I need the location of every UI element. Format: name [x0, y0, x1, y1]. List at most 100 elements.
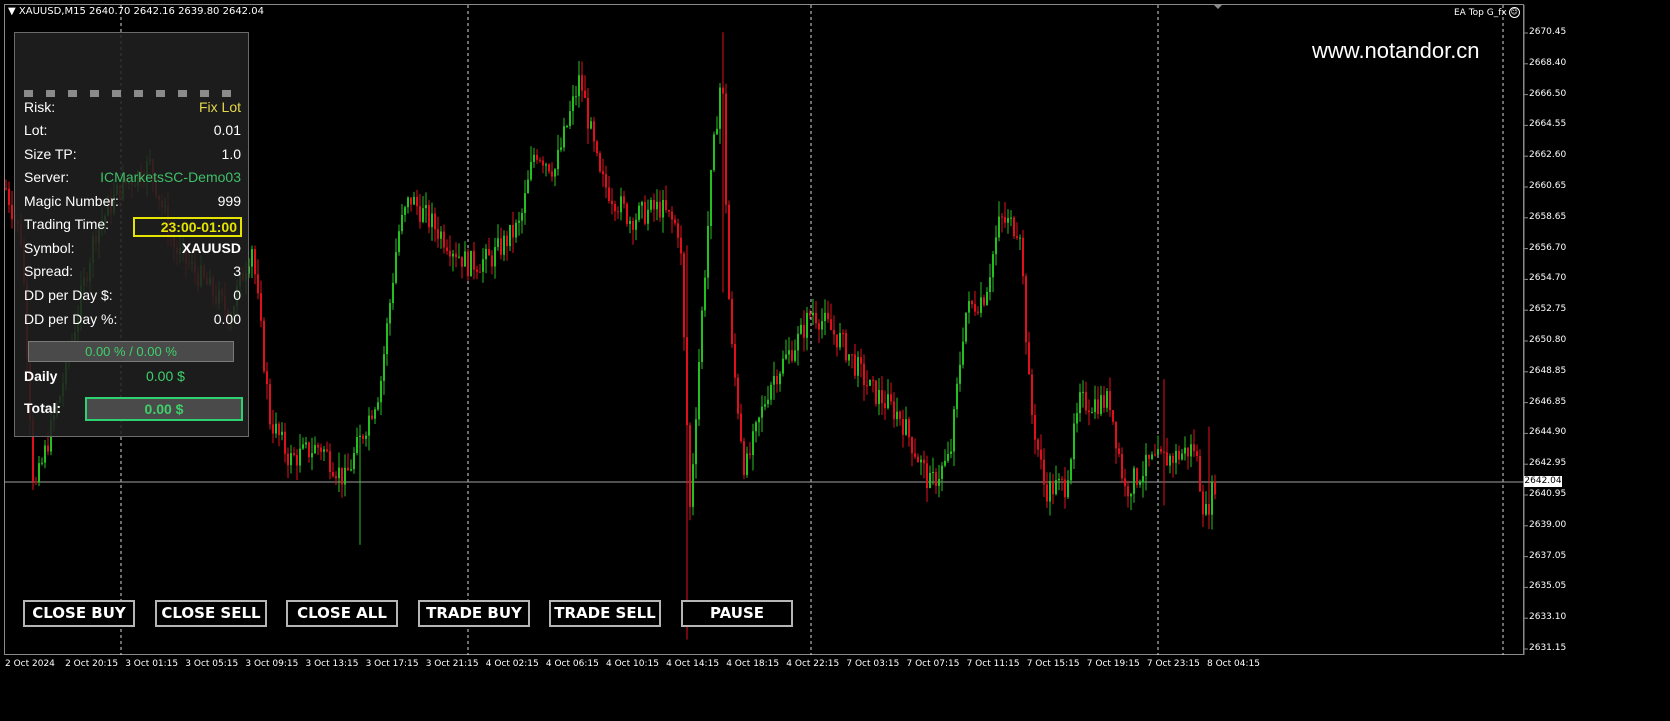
candle-body: [902, 418, 904, 435]
candle-body: [1010, 217, 1012, 219]
candle-body: [1187, 447, 1189, 457]
candle-body: [797, 333, 799, 351]
candle-body: [467, 251, 469, 277]
price-tick-label: 2639.00: [1529, 519, 1567, 530]
candle-body: [695, 419, 697, 465]
candle-body: [1169, 455, 1171, 466]
symbol-timeframe: XAUUSD,M15: [18, 6, 86, 17]
candle-body: [458, 256, 460, 258]
candle-body: [824, 312, 826, 322]
panel-row-value: Fix Lot: [198, 99, 241, 115]
candle-body: [905, 419, 907, 435]
candle-body: [1154, 454, 1156, 456]
price-tick-label: 2644.90: [1529, 427, 1567, 438]
candle-body: [1196, 451, 1198, 457]
candle-body: [260, 293, 262, 321]
panel-row-label: Magic Number:: [24, 193, 119, 209]
close-all-button[interactable]: CLOSE ALL: [286, 600, 398, 627]
collapse-triangle-icon[interactable]: ▼: [8, 6, 16, 17]
candle-body: [845, 333, 847, 361]
panel-row-label: Size TP:: [24, 146, 77, 162]
pause-button[interactable]: PAUSE: [681, 600, 793, 627]
candle-body: [323, 449, 325, 452]
candle-body: [791, 350, 793, 361]
time-tick-label: 3 Oct 01:15: [125, 659, 179, 669]
price-tick-label: 2637.05: [1529, 550, 1567, 561]
candle-body: [1178, 450, 1180, 460]
candle-body: [860, 357, 862, 364]
candle-body: [836, 334, 838, 348]
candle-body: [590, 121, 592, 129]
candle-body: [455, 253, 457, 258]
candle-body: [395, 252, 397, 283]
candle-body: [380, 380, 382, 403]
candle-body: [1091, 412, 1093, 414]
candle-body: [527, 179, 529, 194]
candle-body: [827, 312, 829, 320]
panel-row-value: XAUUSD: [181, 240, 241, 256]
candle-body: [677, 223, 679, 238]
candle-body: [896, 411, 898, 420]
candle-body: [806, 312, 808, 338]
candle-body: [482, 259, 484, 272]
candle-body: [1136, 468, 1138, 485]
trading-time-value: 23:00-01:00: [133, 217, 242, 237]
time-tick-label: 4 Oct 10:15: [606, 659, 659, 669]
candle-body: [1190, 444, 1192, 457]
shift-marker-icon[interactable]: [1213, 4, 1223, 9]
candle-body: [641, 202, 643, 206]
candle-body: [383, 354, 385, 381]
candle-body: [494, 247, 496, 267]
close-buy-button[interactable]: CLOSE BUY: [23, 600, 135, 627]
symbol-header: ▼ XAUUSD,M15 2640.70 2642.16 2639.80 264…: [8, 6, 264, 17]
panel-row: DD per Day $: 0: [24, 287, 241, 305]
candle-body: [401, 214, 403, 232]
candle-body: [929, 472, 931, 489]
candle-body: [5, 188, 7, 190]
candle-body: [899, 411, 901, 419]
candle-body: [296, 455, 298, 466]
candle-body: [365, 435, 367, 439]
time-tick-label: 3 Oct 05:15: [185, 659, 239, 669]
candle-body: [1124, 478, 1126, 487]
candle-body: [554, 169, 556, 177]
close-sell-button[interactable]: CLOSE SELL: [155, 600, 267, 627]
time-tick-label: 4 Oct 18:15: [726, 659, 780, 669]
candle-body: [1214, 481, 1216, 495]
candle-body: [605, 174, 607, 188]
candle-body: [995, 237, 997, 255]
candle-body: [1202, 491, 1204, 515]
candle-body: [761, 406, 763, 418]
candle-body: [917, 456, 919, 463]
price-tick-label: 2646.85: [1529, 396, 1567, 407]
panel-row-label: Spread:: [24, 263, 74, 279]
candle-body: [1040, 449, 1042, 460]
candle-body: [1109, 391, 1111, 411]
candle-body: [305, 442, 307, 445]
candle-body: [1070, 459, 1072, 481]
trade-sell-button[interactable]: TRADE SELL: [549, 600, 661, 627]
panel-row-label: Trading Time:: [24, 216, 110, 232]
time-tick-label: 7 Oct 15:15: [1026, 659, 1080, 669]
candle-body: [893, 401, 895, 420]
candle-body: [977, 311, 979, 313]
candle-body: [599, 153, 601, 172]
candle-body: [737, 377, 739, 414]
candle-body: [1031, 374, 1033, 416]
dd-progress-bar: 0.00 % / 0.00 %: [28, 341, 234, 362]
panel-row: Symbol: XAUUSD: [24, 240, 241, 258]
candle-body: [635, 219, 637, 230]
time-tick-label: 7 Oct 07:15: [906, 659, 960, 669]
candle-body: [668, 209, 670, 212]
panel-dash-divider: [24, 90, 240, 97]
price-tick-label: 2658.65: [1529, 211, 1567, 222]
candle-body: [1208, 503, 1210, 515]
candle-body: [1118, 448, 1120, 454]
panel-row-label: Risk:: [24, 99, 56, 115]
ea-label[interactable]: EA Top G_fx ☺: [1454, 7, 1520, 18]
time-tick-label: 4 Oct 14:15: [666, 659, 720, 669]
candle-body: [563, 126, 565, 148]
candle-body: [671, 211, 673, 220]
candle-body: [626, 203, 628, 224]
trade-buy-button[interactable]: TRADE BUY: [418, 600, 530, 627]
